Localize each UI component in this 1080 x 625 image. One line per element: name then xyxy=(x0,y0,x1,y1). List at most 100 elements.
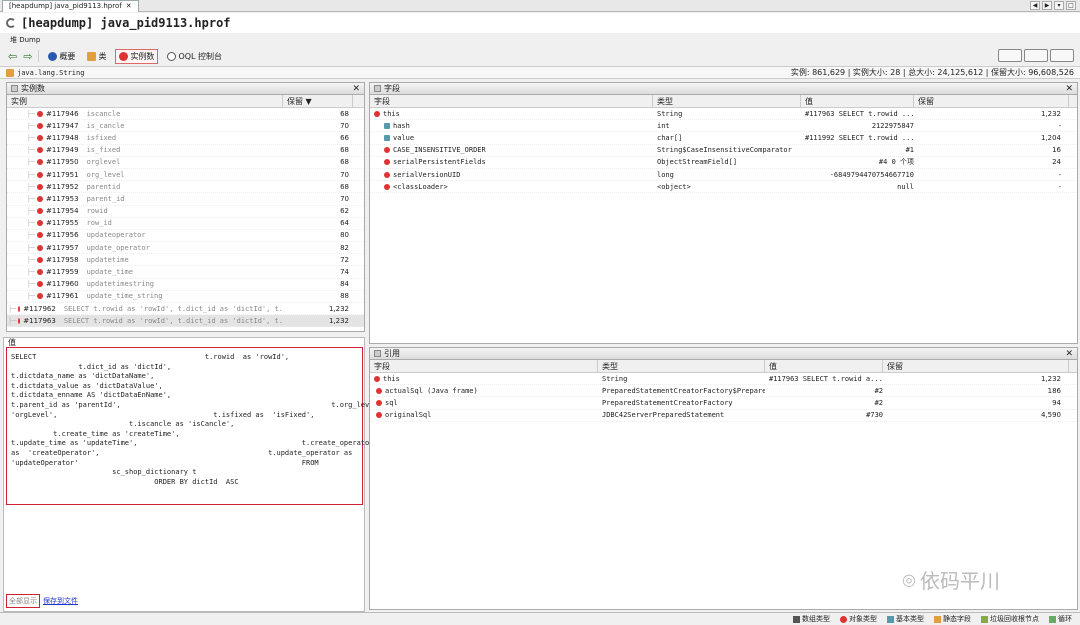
view-split-button[interactable] xyxy=(1024,49,1048,62)
close-icon[interactable]: ✕ xyxy=(1065,84,1073,94)
table-row[interactable]: ├─ #117948 isfixed 66 xyxy=(7,132,364,145)
instance-icon xyxy=(37,122,43,129)
back-arrow-icon[interactable]: ⇦ xyxy=(8,50,17,63)
class-name: java.lang.String xyxy=(17,68,85,77)
summary-button[interactable]: 概要 xyxy=(45,50,78,63)
value-text-area[interactable]: SELECT t.rowid as 'rowId', t.dict_id as … xyxy=(6,347,411,505)
value-cell: #730 xyxy=(866,411,883,420)
table-row[interactable]: ├─ #117958 updatetime 72 xyxy=(7,254,364,267)
instance-value: iscancle xyxy=(86,109,121,118)
table-row[interactable]: hash int 2122975847 - xyxy=(370,120,1077,133)
instance-id: #117947 xyxy=(46,121,79,130)
table-row[interactable]: ├─ #117961 update_time_string 88 xyxy=(7,291,364,303)
retained-cell: 68 xyxy=(340,146,349,155)
table-row[interactable]: serialPersistentFields ObjectStreamField[… xyxy=(370,157,1077,169)
table-row[interactable]: this String #117963 SELECT t.rowid a... 1,2… xyxy=(370,373,1077,386)
view-list-button[interactable] xyxy=(998,49,1022,62)
value-column[interactable]: 值 xyxy=(801,95,914,107)
table-row[interactable]: ├─ #117956 updateoperator 80 xyxy=(7,230,364,243)
instance-value: update_time_string xyxy=(86,292,163,301)
oql-console-button[interactable]: OQL 控制台 xyxy=(164,50,225,63)
table-row[interactable]: <classLoader> <object> null - xyxy=(370,181,1077,194)
field-column[interactable]: 字段 xyxy=(370,360,598,372)
field-name: value xyxy=(393,133,415,142)
save-to-file-link[interactable]: 保存到文件 xyxy=(43,594,78,608)
type-column[interactable]: 类型 xyxy=(653,95,801,107)
table-row[interactable]: ├─ #117959 update_time 74 xyxy=(7,266,364,279)
field-name: serialVersionUID xyxy=(393,170,461,179)
toolbar-divider xyxy=(38,50,40,62)
close-icon[interactable]: ✕ xyxy=(1065,349,1073,359)
tree-line: ├─ xyxy=(26,158,35,167)
type-cell: long xyxy=(657,170,674,179)
value-column[interactable]: 值 xyxy=(765,360,883,372)
table-row[interactable]: serialVersionUID long -6849794470754667710… xyxy=(370,169,1077,182)
scroll-right-icon[interactable]: ▶ xyxy=(1042,1,1052,10)
references-panel-header: 引用 ✕ xyxy=(370,348,1077,360)
classes-button[interactable]: 类 xyxy=(84,50,109,63)
table-row[interactable]: originalSql JDBC42ServerPreparedStatement… xyxy=(370,410,1077,422)
type-cell: String xyxy=(657,109,683,118)
table-row[interactable]: ├─ #117952 parentid 68 xyxy=(7,181,364,194)
field-icon xyxy=(374,110,380,117)
table-row[interactable]: ├─ #117957 update_operator 82 xyxy=(7,242,364,255)
value-line: t.dict_id as 'dictId', xyxy=(11,362,172,371)
instance-icon xyxy=(37,110,43,117)
table-row[interactable]: ├─ #117946 iscancle 68 xyxy=(7,108,364,121)
legend-label: 垃圾回收根节点 xyxy=(990,615,1039,623)
instances-button[interactable]: 实例数 xyxy=(115,48,159,64)
retained-column[interactable]: 保留 xyxy=(883,360,1069,372)
legend-label: 静态字段 xyxy=(943,615,971,623)
table-row[interactable]: ├─ #117947 is_cancle 70 xyxy=(7,120,364,133)
document-tab[interactable]: [heapdump] java_pid9113.hprof ✕ xyxy=(2,0,139,12)
table-row[interactable]: ├─ #117949 is_fixed 68 xyxy=(7,145,364,157)
table-row[interactable]: sql PreparedStatementCreatorFactory #2 94 xyxy=(370,397,1077,410)
type-column[interactable]: 类型 xyxy=(598,360,765,372)
field-name: serialPersistentFields xyxy=(393,158,486,167)
window-controls: ◀ ▶ ▾ □ xyxy=(1030,1,1076,10)
toolbar: ⇦ ⇨ 概要 类 实例数 OQL 控制台 xyxy=(0,47,1080,65)
instance-icon xyxy=(37,183,43,190)
value-cell: #111992 SELECT t.rowid ... xyxy=(805,133,914,142)
show-all-link[interactable]: 全部显示 xyxy=(6,594,40,608)
retained-column[interactable]: 保留 ▼ xyxy=(283,95,353,107)
value-line: SELECT t.rowid as 'rowId', xyxy=(11,353,290,361)
table-row[interactable]: this String #117963 SELECT t.rowid ... 1,23… xyxy=(370,108,1077,121)
table-row[interactable]: ├─ #117960 updatetimestring 84 xyxy=(7,279,364,291)
legend-item: 循环 xyxy=(1049,614,1072,624)
table-row[interactable]: ├─ #117950 orglevel 68 xyxy=(7,157,364,169)
tree-line: ├─ xyxy=(26,231,35,240)
table-row[interactable]: ├─ #117951 org_level 70 xyxy=(7,169,364,182)
field-column[interactable]: 字段 xyxy=(370,95,653,107)
table-row[interactable]: ├─ #117953 parent_id 70 xyxy=(7,193,364,206)
refresh-icon[interactable] xyxy=(6,18,16,28)
list-icon[interactable]: ▾ xyxy=(1054,1,1064,10)
table-row[interactable]: CASE_INSENSITIVE_ORDER String$CaseInsensi… xyxy=(370,145,1077,157)
retained-cell: - xyxy=(1058,182,1061,191)
instance-column[interactable]: 实例 xyxy=(7,95,283,107)
table-row[interactable]: ├─ #117954 rowid 62 xyxy=(7,206,364,218)
value-cell: #117963 SELECT t.rowid ... xyxy=(805,109,914,118)
maximize-icon[interactable]: □ xyxy=(1066,1,1076,10)
class-icon xyxy=(6,68,14,77)
instance-value: org_level xyxy=(86,170,125,179)
references-panel-title: 引用 xyxy=(384,349,400,358)
table-row[interactable]: value char[] #111992 SELECT t.rowid ... 1,2… xyxy=(370,132,1077,145)
type-cell: <object> xyxy=(657,182,691,191)
value-cell: null xyxy=(897,182,914,191)
scroll-left-icon[interactable]: ◀ xyxy=(1030,1,1040,10)
table-row[interactable]: ├─ #117955 row_id 64 xyxy=(7,218,364,230)
retained-column[interactable]: 保留 xyxy=(914,95,1069,107)
retained-cell: 68 xyxy=(340,109,349,118)
summary-label: 概要 xyxy=(59,51,76,61)
tree-line: ├─ xyxy=(26,243,35,252)
close-icon[interactable]: ✕ xyxy=(126,1,132,12)
forward-arrow-icon[interactable]: ⇨ xyxy=(23,50,32,63)
close-icon[interactable]: ✕ xyxy=(352,84,360,94)
info-icon xyxy=(48,51,58,61)
view-detail-button[interactable] xyxy=(1050,49,1074,62)
table-row[interactable]: actualSql (Java frame) PreparedStatementC… xyxy=(370,385,1077,398)
table-row[interactable]: ├─ #117962 SELECT t.rowid as 'rowId', t.di… xyxy=(7,303,364,316)
table-row[interactable]: ├─ #117963 SELECT t.rowid as 'rowId', t.di… xyxy=(7,315,364,328)
tree-line: ├─ xyxy=(7,316,17,325)
